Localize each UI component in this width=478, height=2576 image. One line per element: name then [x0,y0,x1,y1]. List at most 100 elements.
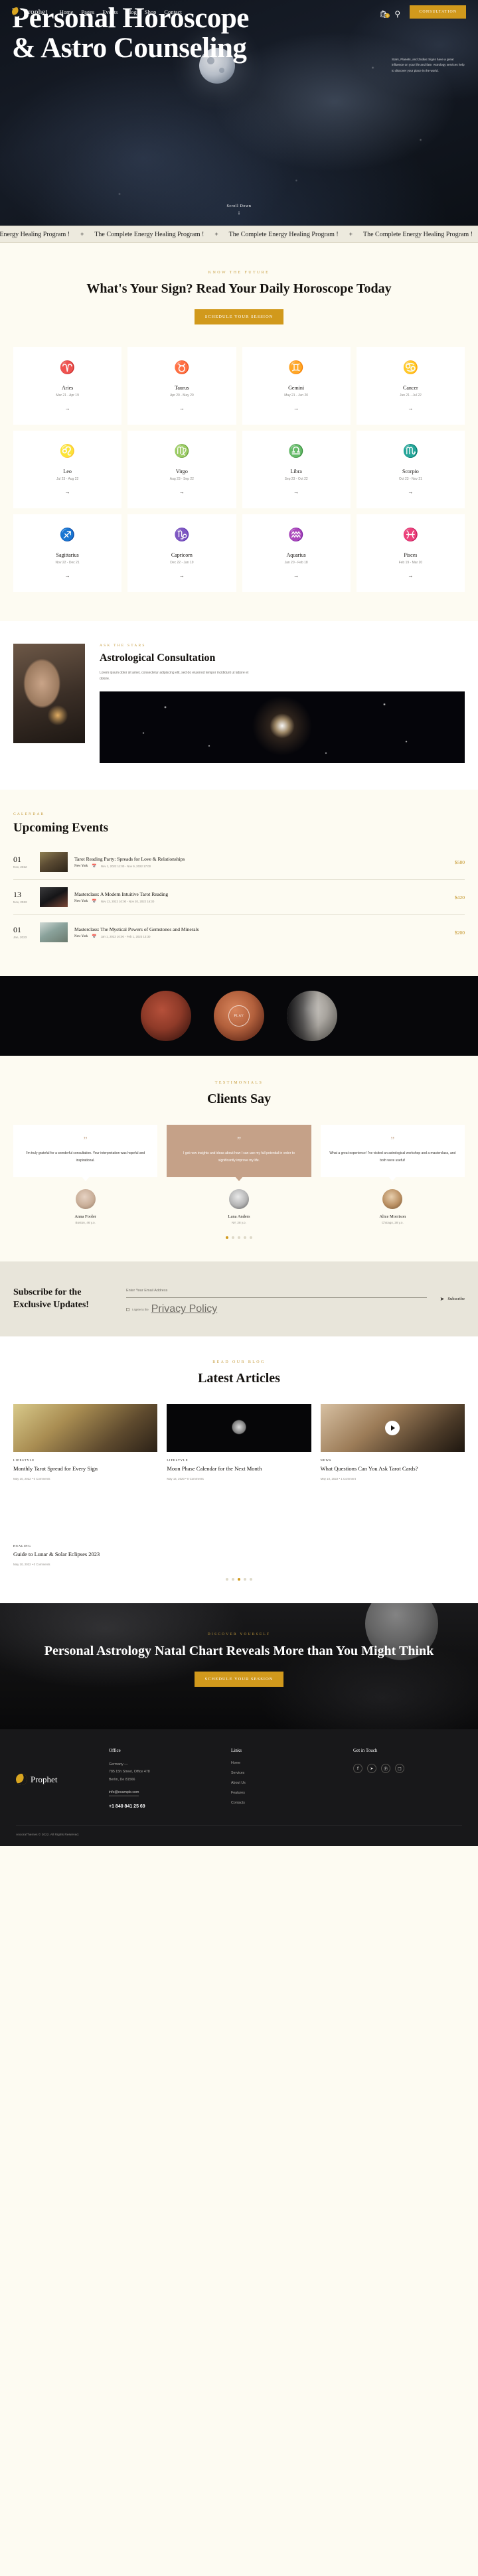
article-card[interactable]: HEALING Guide to Lunar & Solar Eclipses 2… [13,1490,157,1566]
email-input[interactable] [126,1289,427,1299]
send-icon: ➤ [439,1295,445,1302]
pagination-dot[interactable] [250,1236,252,1240]
arrow-right-icon[interactable]: → [131,573,232,579]
zodiac-glyph-icon: ♌ [59,443,76,459]
pagination-dot[interactable] [232,1236,234,1240]
marquee-item: The Complete Energy Healing Program ! [362,230,473,238]
marquee-banner: The Complete Energy Healing Program ! + … [0,226,478,243]
nav-item-pages[interactable]: Pages [81,9,94,15]
zodiac-card-capricorn[interactable]: ♑ Capricorn Dec 22 - Jan 19 → [127,514,236,592]
scroll-down-indicator[interactable]: Scroll Down ↓ [0,204,478,216]
arrow-right-icon[interactable]: → [246,489,347,495]
consent-row: I agree to the Privacy Policy [126,1303,427,1315]
article-card[interactable]: LIFESTYLE Monthly Tarot Spread for Every … [13,1403,158,1481]
arrow-right-icon[interactable]: → [131,405,232,411]
search-glyph: ⚲ [394,9,401,19]
logo[interactable]: Prophet [11,6,48,18]
testimonial-card: ” I'm truly grateful for a wonderful cons… [13,1125,158,1178]
event-thumbnail [40,922,68,943]
zodiac-card-leo[interactable]: ♌ Leo Jul 23 - Aug 22 → [13,430,122,508]
arrow-right-icon[interactable]: → [131,489,232,495]
event-row[interactable]: 01 Nov, 2022 Tarot Reading Party: Spreads … [13,845,465,881]
articles-title: Latest Articles [198,1371,280,1386]
pagination-dot[interactable] [232,1578,234,1581]
schedule-session-button[interactable]: SCHEDULE YOUR SESSION [194,309,284,324]
zodiac-card-virgo[interactable]: ♍ Virgo Aug 23 - Sep 22 → [127,430,236,508]
consultation-button[interactable]: CONSULTATION [410,5,466,19]
twitter-icon[interactable]: ➤ [367,1764,376,1774]
event-day: 13 [13,890,21,900]
cta-schedule-button[interactable]: SCHEDULE YOUR SESSION [194,1671,284,1687]
testimonials-title: Clients Say [206,1092,272,1107]
footer-link-services[interactable]: Services [231,1771,340,1775]
zodiac-glyph-icon: ♏ [402,443,419,459]
footer-logo[interactable]: Prophet [14,1748,96,1811]
pagination-dot[interactable] [238,1578,240,1581]
nav-item-home[interactable]: Home [60,9,74,15]
pagination-dot[interactable] [244,1578,246,1581]
footer-link-home[interactable]: Home [231,1761,340,1765]
footer-link-about-us[interactable]: About Us [231,1781,340,1785]
testimonial-author: Anna Fooler Boston, 46 y.o. [13,1189,157,1224]
cart-icon[interactable]: 🛍 0 [379,8,390,19]
zodiac-card-aquarius[interactable]: ♒ Aquarius Jan 20 - Feb 18 → [242,514,351,592]
nav-item-events[interactable]: Events [102,9,118,15]
article-meta: May 14, 2020 • 0 Comments [167,1477,204,1481]
arrow-right-icon[interactable]: → [17,573,118,579]
pagination-dot[interactable] [244,1236,246,1240]
event-day: 01 [13,855,21,865]
facebook-icon[interactable]: f [353,1764,362,1774]
arrow-right-icon[interactable]: → [360,405,461,411]
event-body: Masterclass: The Mystical Powers of Gems… [74,926,448,939]
footer-email-link[interactable]: info@example.com [109,1790,139,1796]
footer-link-features[interactable]: Features [231,1791,340,1795]
zodiac-card-sagittarius[interactable]: ♐ Sagittarius Nov 22 - Dec 21 → [13,514,122,592]
zodiac-card-gemini[interactable]: ♊ Gemini May 21 - Jun 20 → [242,346,351,425]
arrow-right-icon[interactable]: → [246,573,347,579]
nav-item-contact[interactable]: Contact [164,9,181,15]
arrow-right-icon[interactable]: → [17,489,118,495]
pagination-dot[interactable] [226,1578,228,1581]
zodiac-card-cancer[interactable]: ♋ Cancer Jun 21 - Jul 22 → [356,346,465,425]
author-meta: NY, 28 y.o. [232,1221,246,1225]
avatar [382,1189,403,1210]
pinterest-icon[interactable]: Ⓟ [381,1764,390,1774]
zodiac-card-scorpio[interactable]: ♏ Scorpio Oct 23 - Nov 21 → [356,430,465,508]
section-title: What's Your Sign? Read Your Daily Horosc… [86,281,392,296]
event-meta: New York 📅 Nov 13, 2022 10:00 - Nov 20, 20… [74,900,448,904]
footer-link-contacts[interactable]: Contacts [231,1801,340,1805]
privacy-policy-link[interactable]: Privacy Policy [151,1303,218,1315]
nav-item-shop[interactable]: Shop [145,9,156,15]
event-row[interactable]: 13 Nov, 2022 Masterclass: A Modern Intuiti… [13,880,465,916]
crescent-moon-icon [11,6,23,18]
zodiac-card-aries[interactable]: ♈ Aries Mar 21 - Apr 19 → [13,346,122,425]
article-card[interactable]: LIFESTYLE Moon Phase Calendar for the Nex… [167,1403,311,1481]
event-meta: New York 📅 Nov 1, 2022 11:00 - Nov 9, 2022… [74,865,448,869]
article-meta: May 10, 2022 • 0 Comments [13,1477,50,1481]
testimonial-card: ” I got new insights and ideas about how … [167,1125,311,1178]
arrow-right-icon[interactable]: → [360,573,461,579]
zodiac-card-pisces[interactable]: ♓ Pisces Feb 19 - Mar 20 → [356,514,465,592]
zodiac-card-libra[interactable]: ♎ Libra Sep 23 - Oct 22 → [242,430,351,508]
zodiac-glyph-icon: ♑ [174,527,190,542]
pagination-dot[interactable] [226,1236,228,1240]
arrow-right-icon[interactable]: → [17,405,118,411]
calendar-icon: 📅 [92,934,97,939]
zodiac-card-taurus[interactable]: ♉ Taurus Apr 20 - May 20 → [127,346,236,425]
zodiac-glyph-icon: ♉ [174,360,190,375]
instagram-icon[interactable]: □ [395,1764,404,1774]
zodiac-section: KNOW THE FUTURE What's Your Sign? Read Y… [0,243,478,621]
search-icon[interactable]: ⚲ [394,8,403,19]
play-video-button[interactable]: PLAY [228,1005,250,1027]
arrow-right-icon[interactable]: → [246,405,347,411]
hero-description: Stars, Planets, and Zodiac Signs have a … [392,58,465,72]
pagination-dot[interactable] [250,1578,252,1581]
article-card[interactable]: NEWS What Questions Can You Ask Tarot Car… [320,1403,465,1480]
play-icon[interactable] [385,1420,400,1435]
subscribe-button[interactable]: ➤ Subscribe [439,1295,465,1302]
pagination-dot[interactable] [238,1236,240,1240]
consent-checkbox[interactable] [126,1307,129,1311]
event-row[interactable]: 01 Jan, 2023 Masterclass: The Mystical Pow… [13,915,465,950]
arrow-right-icon[interactable]: → [360,489,461,495]
nav-item-blog[interactable]: Blog [125,9,137,15]
